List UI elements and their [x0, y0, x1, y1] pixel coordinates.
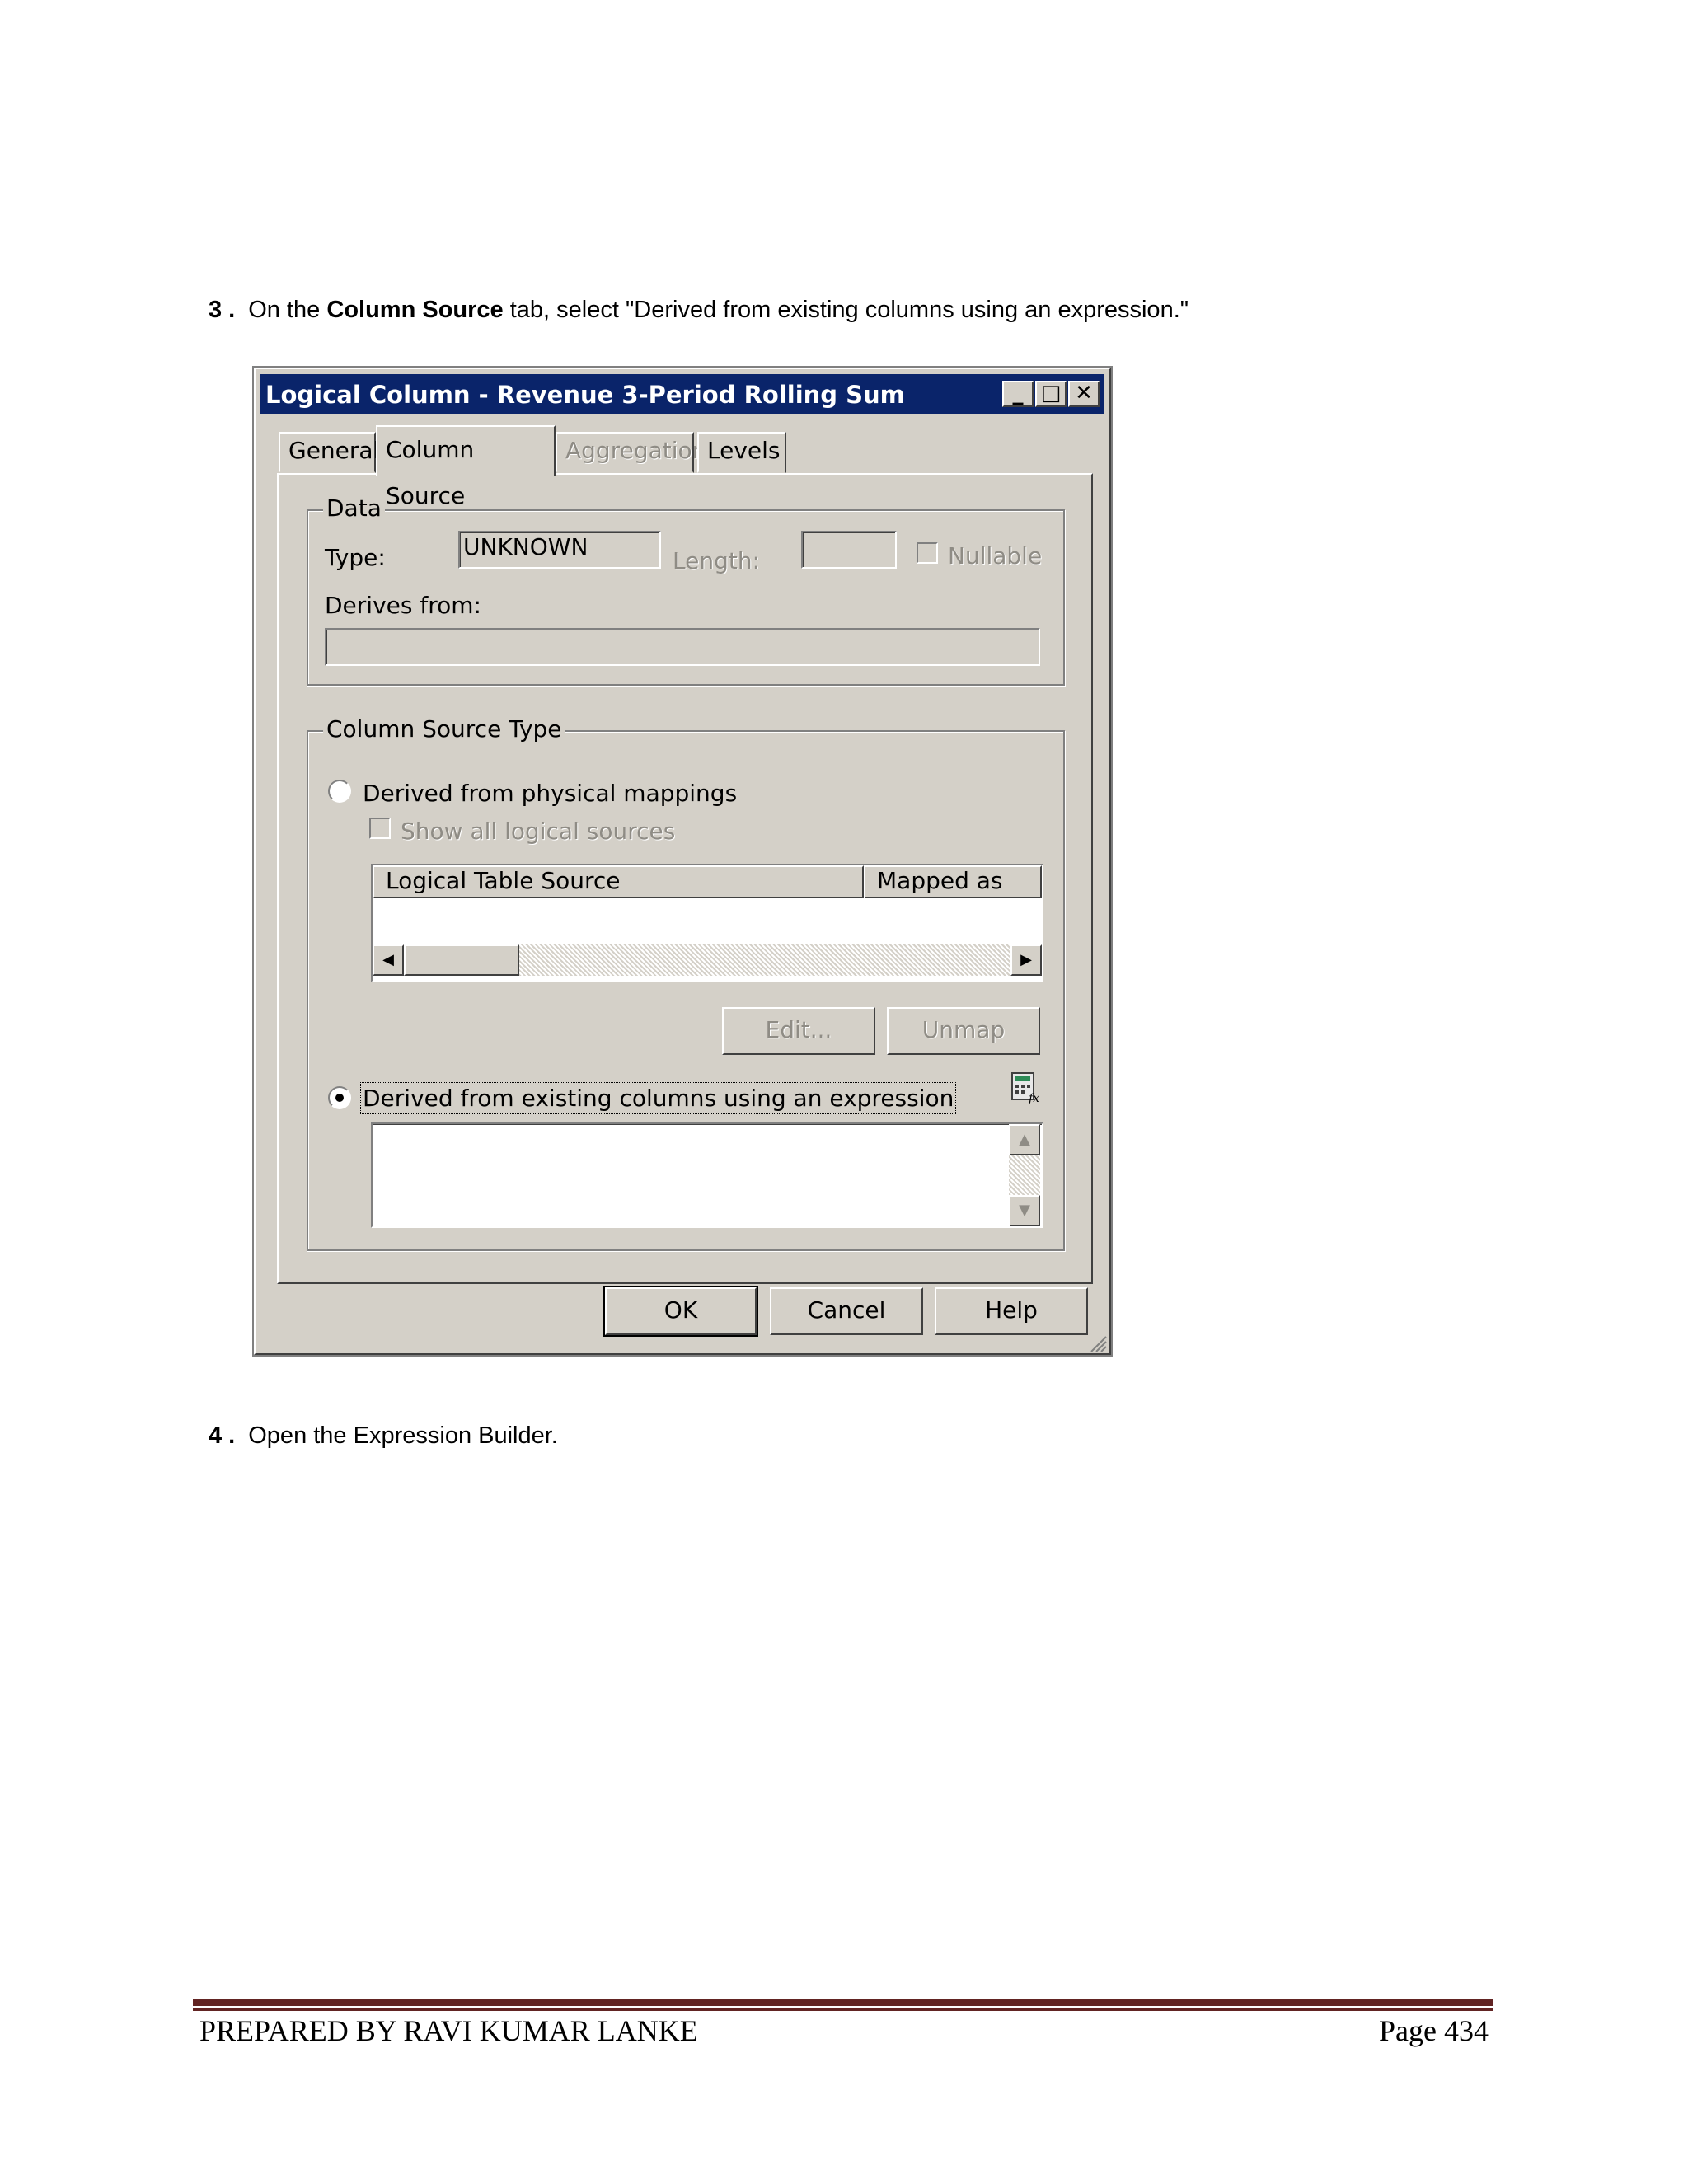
svg-text:fx: fx	[1028, 1092, 1039, 1104]
step-number: 4 .	[209, 1422, 236, 1449]
nullable-checkbox[interactable]	[917, 542, 938, 564]
scroll-left-icon[interactable]: ◀	[373, 944, 404, 976]
scroll-right-icon[interactable]: ▶	[1010, 944, 1042, 976]
column-source-panel: Data Type: UNKNOWN Length: Nullable Deri…	[277, 473, 1093, 1284]
logical-column-dialog: Logical Column - Revenue 3-Period Rollin…	[252, 366, 1113, 1357]
footer-rule-thin	[193, 2008, 1493, 2011]
scrollbar-track[interactable]	[519, 944, 1010, 976]
footer-page-number: Page 434	[1379, 2014, 1489, 2047]
type-label: Type:	[325, 544, 386, 571]
step-text-bold: Column Source	[326, 297, 504, 323]
scroll-down-icon[interactable]: ▼	[1009, 1195, 1040, 1226]
vertical-scroll-track[interactable]	[1009, 1155, 1040, 1195]
expression-builder-icon[interactable]: fx	[1010, 1071, 1040, 1105]
footer-rule-thick	[193, 1999, 1493, 2006]
dialog-titlebar[interactable]: Logical Column - Revenue 3-Period Rollin…	[260, 374, 1104, 414]
footer-author: PREPARED BY RAVI KUMAR LANKE	[199, 2014, 698, 2047]
type-field[interactable]: UNKNOWN	[458, 531, 661, 569]
derives-from-label: Derives from:	[325, 592, 481, 619]
tab-general[interactable]: General	[279, 432, 379, 473]
scrollbar-thumb[interactable]	[404, 944, 519, 976]
column-source-type-label: Column Source Type	[323, 715, 565, 743]
length-label: Length:	[673, 547, 761, 574]
cancel-button[interactable]: Cancel	[770, 1287, 923, 1335]
step-number: 3 .	[209, 297, 236, 323]
tab-aggregation: Aggregation	[556, 432, 706, 473]
physical-mappings-radio[interactable]	[328, 780, 351, 803]
column-source-type-group: Column Source Type Derived from physical…	[307, 715, 1065, 1251]
show-all-logical-sources-label: Show all logical sources	[401, 818, 676, 845]
logical-table-source-list[interactable]: Logical Table Source Mapped as ◀ ▶	[371, 864, 1043, 982]
step-text: Open the Expression Builder.	[248, 1422, 558, 1449]
vertical-scrollbar[interactable]: ▲ ▼	[1009, 1124, 1042, 1226]
maximize-button[interactable]: □	[1035, 381, 1067, 407]
length-field[interactable]	[801, 531, 897, 569]
tab-levels[interactable]: Levels	[697, 432, 786, 473]
ok-button[interactable]: OK	[603, 1286, 758, 1337]
horizontal-scrollbar[interactable]: ◀ ▶	[373, 944, 1042, 977]
expression-textarea[interactable]: ▲ ▼	[371, 1122, 1043, 1228]
scroll-up-icon[interactable]: ▲	[1009, 1124, 1040, 1155]
step-4-instruction: 4 . Open the Expression Builder.	[209, 1421, 558, 1451]
unmap-button: Unmap	[887, 1007, 1040, 1055]
help-button[interactable]: Help	[935, 1287, 1088, 1335]
edit-button: Edit...	[722, 1007, 875, 1055]
resize-grip-icon[interactable]	[1088, 1332, 1108, 1352]
dialog-title: Logical Column - Revenue 3-Period Rollin…	[265, 381, 905, 409]
data-group: Data Type: UNKNOWN Length: Nullable Deri…	[307, 494, 1065, 686]
column-header-logical-table-source[interactable]: Logical Table Source	[373, 865, 864, 898]
tab-column-source[interactable]: Column Source	[376, 425, 556, 509]
data-group-label: Data	[323, 494, 385, 522]
expression-radio[interactable]	[328, 1086, 351, 1109]
expression-radio-label[interactable]: Derived from existing columns using an e…	[359, 1082, 957, 1114]
close-button[interactable]: ✕	[1068, 381, 1100, 407]
minimize-button[interactable]: _	[1002, 381, 1034, 407]
step-text-pre: On the	[248, 297, 327, 323]
show-all-logical-sources-checkbox	[369, 818, 391, 839]
step-text-post: tab, select "Derived from existing colum…	[503, 297, 1189, 323]
step-3-instruction: 3 . On the Column Source tab, select "Der…	[209, 295, 1189, 325]
column-header-mapped-as[interactable]: Mapped as	[864, 865, 1042, 898]
physical-mappings-label[interactable]: Derived from physical mappings	[363, 780, 737, 807]
derives-from-field[interactable]	[325, 628, 1040, 666]
nullable-label: Nullable	[948, 542, 1043, 569]
